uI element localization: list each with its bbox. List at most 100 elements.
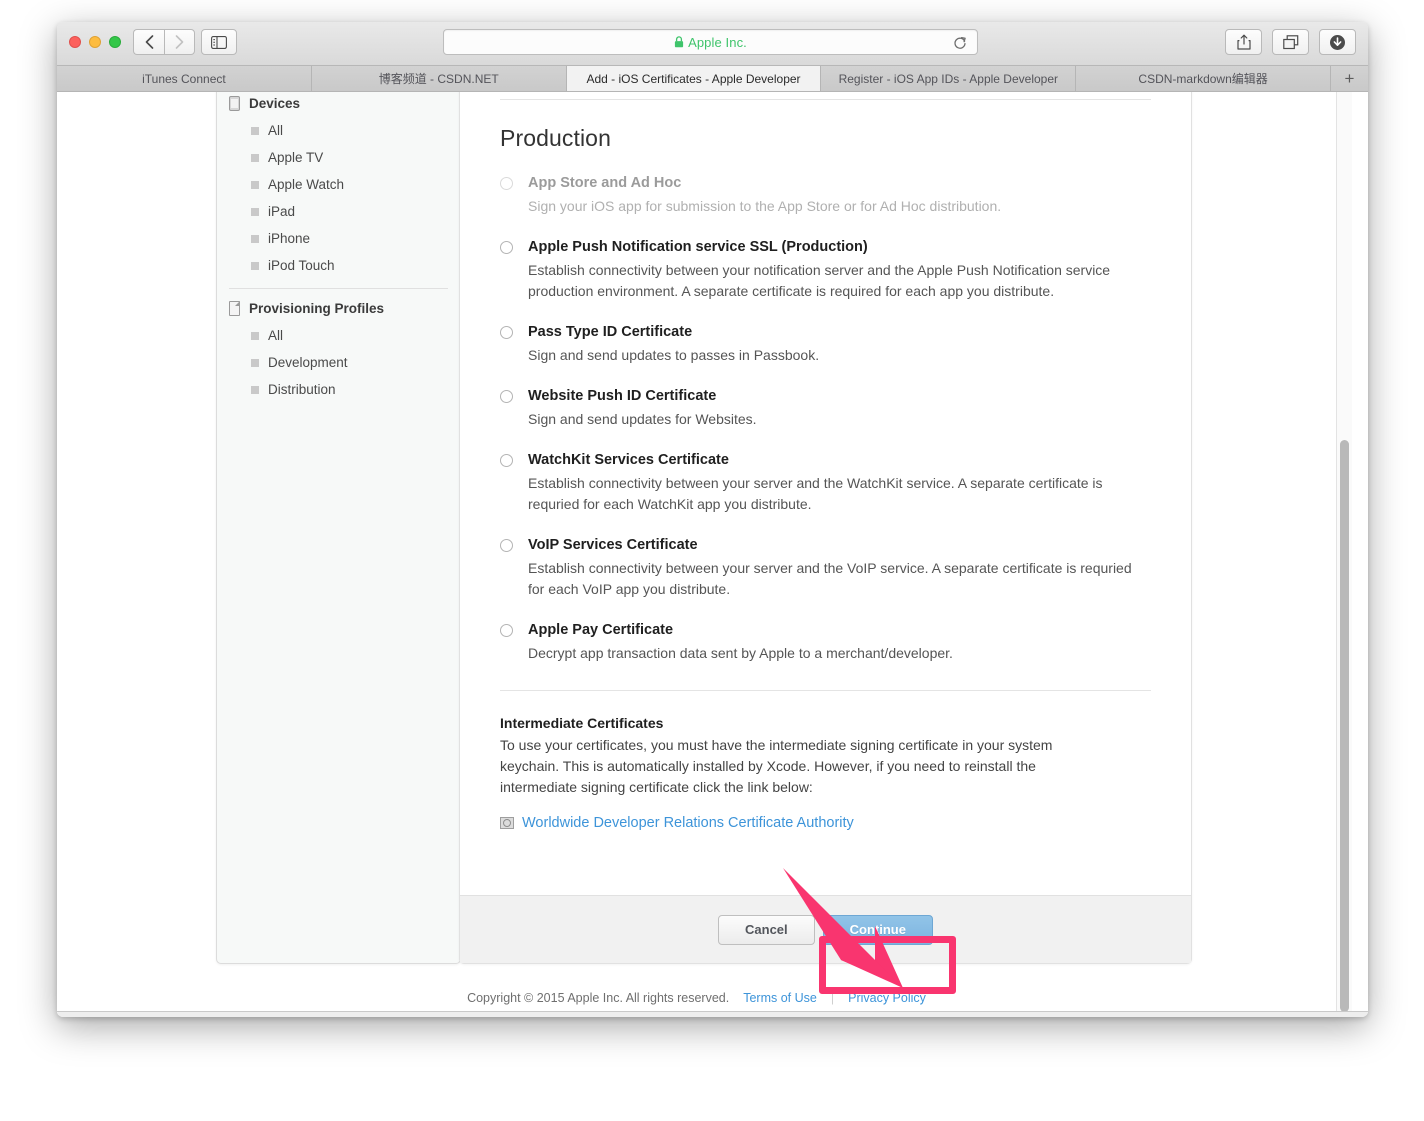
intermediate-certificates-description: To use your certificates, you must have … bbox=[500, 737, 1053, 795]
chevron-left-icon bbox=[145, 35, 153, 49]
bullet-icon bbox=[251, 153, 259, 162]
option-apple-pay-certificate[interactable]: Apple Pay Certificate Decrypt app transa… bbox=[500, 621, 1151, 664]
certificate-type-card: Production App Store and Ad Hoc Sign you… bbox=[459, 92, 1192, 964]
minimize-window-button[interactable] bbox=[89, 36, 101, 48]
option-app-store-and-ad-hoc[interactable]: App Store and Ad Hoc Sign your iOS app f… bbox=[500, 174, 1151, 217]
footer-separator: | bbox=[830, 991, 835, 1005]
intermediate-certificates-title: Intermediate Certificates bbox=[500, 715, 664, 731]
option-voip-services-certificate[interactable]: VoIP Services Certificate Establish conn… bbox=[500, 536, 1151, 600]
certificate-file-icon bbox=[500, 817, 514, 829]
option-title: App Store and Ad Hoc bbox=[528, 175, 682, 191]
radio-icon[interactable] bbox=[500, 624, 513, 637]
privacy-policy-link[interactable]: Privacy Policy bbox=[848, 991, 926, 1005]
sidebar-toggle-button[interactable] bbox=[201, 29, 237, 55]
downloads-button[interactable] bbox=[1319, 29, 1356, 55]
zoom-window-button[interactable] bbox=[109, 36, 121, 48]
content-row: Devices All Apple TV Apple Watch iPad iP… bbox=[57, 92, 1352, 972]
sidebar-group-devices: Devices bbox=[217, 92, 460, 117]
sidebar-item-apple-tv[interactable]: Apple TV bbox=[217, 144, 460, 171]
option-apns-ssl-production[interactable]: Apple Push Notification service SSL (Pro… bbox=[500, 238, 1151, 302]
radio-icon[interactable] bbox=[500, 326, 513, 339]
page-viewport: Devices All Apple TV Apple Watch iPad iP… bbox=[57, 92, 1368, 1015]
action-button-bar: Cancel Continue bbox=[460, 895, 1191, 963]
bullet-icon bbox=[251, 234, 259, 243]
bullet-icon bbox=[251, 261, 259, 270]
toolbar-right-group bbox=[1225, 29, 1356, 55]
share-button[interactable] bbox=[1225, 29, 1262, 55]
terms-of-use-link[interactable]: Terms of Use bbox=[743, 991, 817, 1005]
sidebar-item-development[interactable]: Development bbox=[217, 349, 460, 376]
forward-button[interactable] bbox=[164, 29, 195, 55]
sidebar-item-profiles-all[interactable]: All bbox=[217, 322, 460, 349]
radio-icon[interactable] bbox=[500, 454, 513, 467]
tab-overview-button[interactable] bbox=[1272, 29, 1309, 55]
continue-button[interactable]: Continue bbox=[822, 914, 933, 945]
lock-icon bbox=[674, 36, 684, 48]
option-watchkit-services-certificate[interactable]: WatchKit Services Certificate Establish … bbox=[500, 451, 1151, 515]
window-bottom-edge bbox=[57, 1011, 1368, 1017]
bullet-icon bbox=[251, 180, 259, 189]
tab-add-ios-certificates[interactable]: Add - iOS Certificates - Apple Developer bbox=[566, 66, 822, 91]
radio-icon[interactable] bbox=[500, 390, 513, 403]
copyright-text: Copyright © 2015 Apple Inc. All rights r… bbox=[467, 991, 730, 1005]
sidebar-item-apple-watch[interactable]: Apple Watch bbox=[217, 171, 460, 198]
bullet-icon bbox=[251, 358, 259, 367]
sidebar-item-label: Development bbox=[268, 355, 348, 370]
option-description: Sign your iOS app for submission to the … bbox=[528, 198, 1002, 214]
sidebar-item-ipad[interactable]: iPad bbox=[217, 198, 460, 225]
bullet-icon bbox=[251, 385, 259, 394]
sidebar-item-label: Distribution bbox=[268, 382, 336, 397]
option-description: Establish connectivity between your serv… bbox=[528, 475, 1103, 512]
reload-button[interactable] bbox=[951, 34, 969, 52]
section-divider bbox=[500, 690, 1151, 691]
option-website-push-id-certificate[interactable]: Website Push ID Certificate Sign and sen… bbox=[500, 387, 1151, 430]
tab-register-ios-app-ids[interactable]: Register - iOS App IDs - Apple Developer bbox=[821, 66, 1077, 91]
cancel-button[interactable]: Cancel bbox=[718, 914, 815, 945]
tab-overview-icon bbox=[1282, 34, 1298, 49]
chevron-right-icon bbox=[175, 35, 184, 49]
sidebar-group-provisioning-profiles: Provisioning Profiles bbox=[217, 295, 460, 322]
option-title: Apple Push Notification service SSL (Pro… bbox=[528, 239, 868, 255]
option-title: Website Push ID Certificate bbox=[528, 388, 717, 404]
option-description: Sign and send updates for Websites. bbox=[528, 411, 757, 427]
tab-csdn-markdown[interactable]: CSDN-markdown编辑器 bbox=[1076, 66, 1331, 91]
back-button[interactable] bbox=[133, 29, 164, 55]
top-divider bbox=[500, 99, 1151, 100]
close-window-button[interactable] bbox=[69, 36, 81, 48]
wwdr-certificate-link[interactable]: Worldwide Developer Relations Certificat… bbox=[522, 815, 854, 831]
tab-itunes-connect[interactable]: iTunes Connect bbox=[57, 66, 312, 91]
vertical-scrollbar-track[interactable] bbox=[1336, 92, 1352, 1015]
sidebar: Devices All Apple TV Apple Watch iPad iP… bbox=[216, 92, 461, 964]
sidebar-item-devices-all[interactable]: All bbox=[217, 117, 460, 144]
sidebar-group-label: Provisioning Profiles bbox=[249, 301, 385, 316]
window-controls bbox=[69, 36, 121, 48]
sidebar-item-ipod-touch[interactable]: iPod Touch bbox=[217, 252, 460, 279]
sidebar-group-label: Devices bbox=[249, 96, 301, 111]
bullet-icon bbox=[251, 207, 259, 216]
radio-icon[interactable] bbox=[500, 241, 513, 254]
card-body: Production App Store and Ad Hoc Sign you… bbox=[460, 125, 1191, 831]
option-description: Decrypt app transaction data sent by App… bbox=[528, 645, 953, 661]
browser-toolbar: Apple Inc. bbox=[57, 22, 1368, 66]
option-pass-type-id-certificate[interactable]: Pass Type ID Certificate Sign and send u… bbox=[500, 323, 1151, 366]
downloads-icon bbox=[1330, 34, 1345, 50]
page-title: Production bbox=[500, 125, 611, 151]
sidebar-item-distribution[interactable]: Distribution bbox=[217, 376, 460, 403]
option-title: VoIP Services Certificate bbox=[528, 537, 698, 553]
option-description: Establish connectivity between your noti… bbox=[528, 262, 1111, 299]
site-name: Apple Inc. bbox=[688, 34, 747, 50]
vertical-scrollbar-thumb[interactable] bbox=[1340, 440, 1349, 1012]
device-icon bbox=[229, 96, 240, 111]
tab-bar: iTunes Connect 博客频道 - CSDN.NET Add - iOS… bbox=[57, 66, 1368, 92]
bullet-icon bbox=[251, 126, 259, 135]
share-icon bbox=[1236, 34, 1251, 50]
option-title: Apple Pay Certificate bbox=[528, 622, 674, 638]
radio-icon[interactable] bbox=[500, 177, 513, 190]
new-tab-button[interactable]: + bbox=[1330, 66, 1368, 91]
option-description: Sign and send updates to passes in Passb… bbox=[528, 347, 820, 363]
radio-icon[interactable] bbox=[500, 539, 513, 552]
sidebar-item-label: All bbox=[268, 123, 284, 138]
sidebar-item-iphone[interactable]: iPhone bbox=[217, 225, 460, 252]
address-bar[interactable]: Apple Inc. bbox=[443, 29, 978, 55]
tab-csdn-blog[interactable]: 博客频道 - CSDN.NET bbox=[311, 66, 567, 91]
